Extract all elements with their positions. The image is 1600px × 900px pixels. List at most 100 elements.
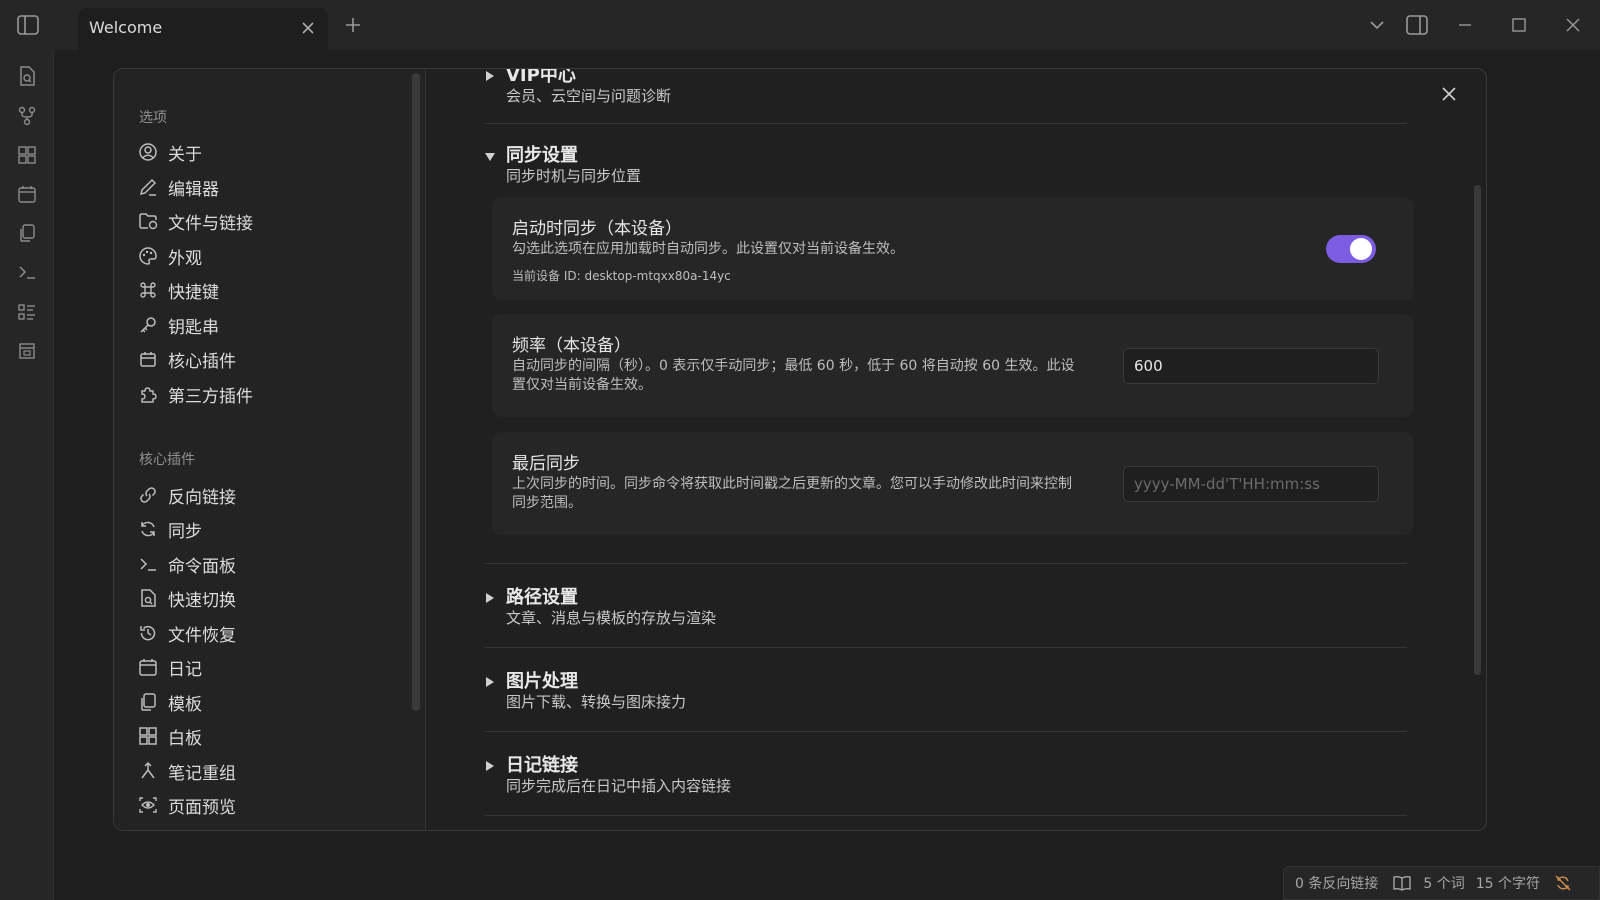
divider	[484, 563, 1407, 564]
nav-item-label: 快速切换	[168, 590, 236, 611]
window-close-icon[interactable]	[1559, 11, 1587, 39]
copy-icon	[138, 692, 158, 712]
core-plugin-icon	[138, 349, 158, 369]
setting-title: 最后同步	[512, 454, 580, 474]
maximize-icon[interactable]	[1505, 11, 1533, 39]
chevron-down-icon	[484, 151, 496, 163]
chevron-right-icon	[484, 70, 496, 82]
device-id: 当前设备 ID: desktop-mtqxx80a-14yc	[512, 269, 731, 283]
last-sync-field[interactable]	[1123, 466, 1379, 502]
nav-item-templates[interactable]: 模板	[138, 687, 398, 717]
nav-item-daily-notes[interactable]: 日记	[138, 652, 398, 682]
title-bar: Welcome	[0, 0, 1600, 50]
close-modal-button[interactable]	[1436, 81, 1462, 107]
terminal-icon	[138, 554, 158, 574]
nav-item-about[interactable]: 关于	[138, 137, 398, 167]
backlinks-count[interactable]: 0 条反向链接	[1295, 873, 1378, 893]
nav-item-appearance[interactable]: 外观	[138, 241, 398, 271]
settings-nav: 选项 关于 编辑器 文件与链接 外观 快捷键 钥匙串 核心插件 第三方插件 核心…	[114, 69, 426, 830]
canvas-icon	[138, 726, 158, 746]
nav-item-keychain[interactable]: 钥匙串	[138, 310, 398, 340]
file-search-icon	[138, 588, 158, 608]
plus-icon[interactable]	[339, 11, 367, 39]
right-sidebar-icon[interactable]	[1403, 11, 1431, 39]
list-icon[interactable]	[14, 299, 40, 325]
nav-item-editor[interactable]: 编辑器	[138, 172, 398, 202]
nav-item-label: 白板	[168, 728, 202, 749]
nav-item-label: 笔记重组	[168, 763, 236, 784]
palette-icon	[138, 246, 158, 266]
section-title: 图片处理	[506, 671, 578, 692]
section-vip[interactable]: VIP中心 会员、云空间与问题诊断	[484, 69, 1414, 105]
nav-item-label: 外观	[168, 248, 202, 269]
left-ribbon	[0, 50, 54, 900]
copy-icon[interactable]	[14, 220, 40, 246]
calendar-icon[interactable]	[14, 181, 40, 207]
sidebar-toggle-icon[interactable]	[14, 11, 42, 39]
setting-frequency: 频率（本设备） 自动同步的间隔（秒）。0 表示仅手动同步；最低 60 秒，低于 …	[492, 314, 1414, 417]
nav-item-files-links[interactable]: 文件与链接	[138, 206, 398, 236]
nav-item-command-palette[interactable]: 命令面板	[138, 549, 398, 579]
section-image[interactable]: 图片处理 图片下载、转换与图床接力	[484, 667, 1414, 713]
nav-item-hotkeys[interactable]: 快捷键	[138, 275, 398, 305]
nav-item-core-plugins[interactable]: 核心插件	[138, 344, 398, 374]
nav-item-community-plugins[interactable]: 第三方插件	[138, 379, 398, 409]
file-search-icon[interactable]	[14, 63, 40, 89]
setting-title: 频率（本设备）	[512, 336, 631, 356]
nav-item-quick-switcher[interactable]: 快速切换	[138, 583, 398, 613]
minimize-icon[interactable]	[1451, 11, 1479, 39]
backlink-icon	[138, 485, 158, 505]
content-scrollbar[interactable]	[1474, 185, 1481, 675]
sync-icon	[138, 519, 158, 539]
preview-icon	[138, 795, 158, 815]
section-diary[interactable]: 日记链接 同步完成后在日记中插入内容链接	[484, 751, 1414, 797]
tab-welcome[interactable]: Welcome	[78, 8, 328, 50]
tab-title: Welcome	[89, 18, 163, 37]
terminal-icon[interactable]	[14, 259, 40, 285]
section-title: 路径设置	[506, 587, 578, 608]
frequency-field[interactable]	[1123, 348, 1379, 384]
startup-sync-toggle[interactable]	[1326, 235, 1376, 263]
calendar-grid-icon[interactable]	[14, 338, 40, 364]
description-line: 上次同步的时间。同步命令将获取此时间戳之后更新的文章。您可以手动修改此时间来控制	[512, 476, 1072, 492]
nav-item-label: 反向链接	[168, 487, 236, 508]
close-icon[interactable]	[298, 18, 318, 38]
nav-heading-core-plugins: 核心插件	[139, 452, 195, 468]
section-path[interactable]: 路径设置 文章、消息与模板的存放与渲染	[484, 583, 1414, 629]
nav-item-file-recovery[interactable]: 文件恢复	[138, 618, 398, 648]
chevron-right-icon	[484, 760, 496, 772]
nav-scrollbar[interactable]	[412, 73, 420, 711]
section-sync[interactable]: 同步设置 同步时机与同步位置	[484, 141, 1414, 187]
nav-item-canvas[interactable]: 白板	[138, 721, 398, 751]
nav-item-note-composer[interactable]: 笔记重组	[138, 756, 398, 786]
nav-item-sync[interactable]: 同步	[138, 514, 398, 544]
chevron-down-icon[interactable]	[1363, 11, 1391, 39]
git-fork-icon[interactable]	[14, 103, 40, 129]
description-line: 自动同步的间隔（秒）。0 表示仅手动同步；最低 60 秒，低于 60 将自动按 …	[512, 358, 1075, 374]
char-count: 15 个字符	[1475, 876, 1540, 892]
setting-last-sync: 最后同步 上次同步的时间。同步命令将获取此时间戳之后更新的文章。您可以手动修改此…	[492, 432, 1414, 535]
section-title: 同步设置	[506, 145, 578, 166]
divider	[484, 815, 1407, 816]
section-subtitle: 同步完成后在日记中插入内容链接	[506, 777, 732, 795]
nav-item-label: 同步	[168, 521, 202, 542]
puzzle-icon	[138, 384, 158, 404]
nav-item-backlinks[interactable]: 反向链接	[138, 480, 398, 510]
book-icon[interactable]	[1392, 875, 1412, 891]
dashboard-icon[interactable]	[14, 142, 40, 168]
sync-status-icon[interactable]	[1554, 874, 1572, 892]
frequency-input[interactable]	[1124, 349, 1378, 383]
user-circle-icon	[138, 142, 158, 162]
divider	[484, 647, 1407, 648]
setting-title: 启动时同步（本设备）	[512, 219, 682, 239]
toggle-knob	[1350, 238, 1372, 260]
nav-item-label: 模板	[168, 694, 202, 715]
last-sync-input[interactable]	[1124, 467, 1378, 501]
nav-item-label: 钥匙串	[168, 317, 219, 338]
nav-item-label: 命令面板	[168, 556, 236, 577]
chevron-right-icon	[484, 592, 496, 604]
setting-description: 上次同步的时间。同步命令将获取此时间戳之后更新的文章。您可以手动修改此时间来控制…	[512, 475, 1072, 513]
nav-item-label: 页面预览	[168, 797, 236, 818]
divider	[484, 731, 1407, 732]
nav-item-page-preview[interactable]: 页面预览	[138, 790, 398, 820]
